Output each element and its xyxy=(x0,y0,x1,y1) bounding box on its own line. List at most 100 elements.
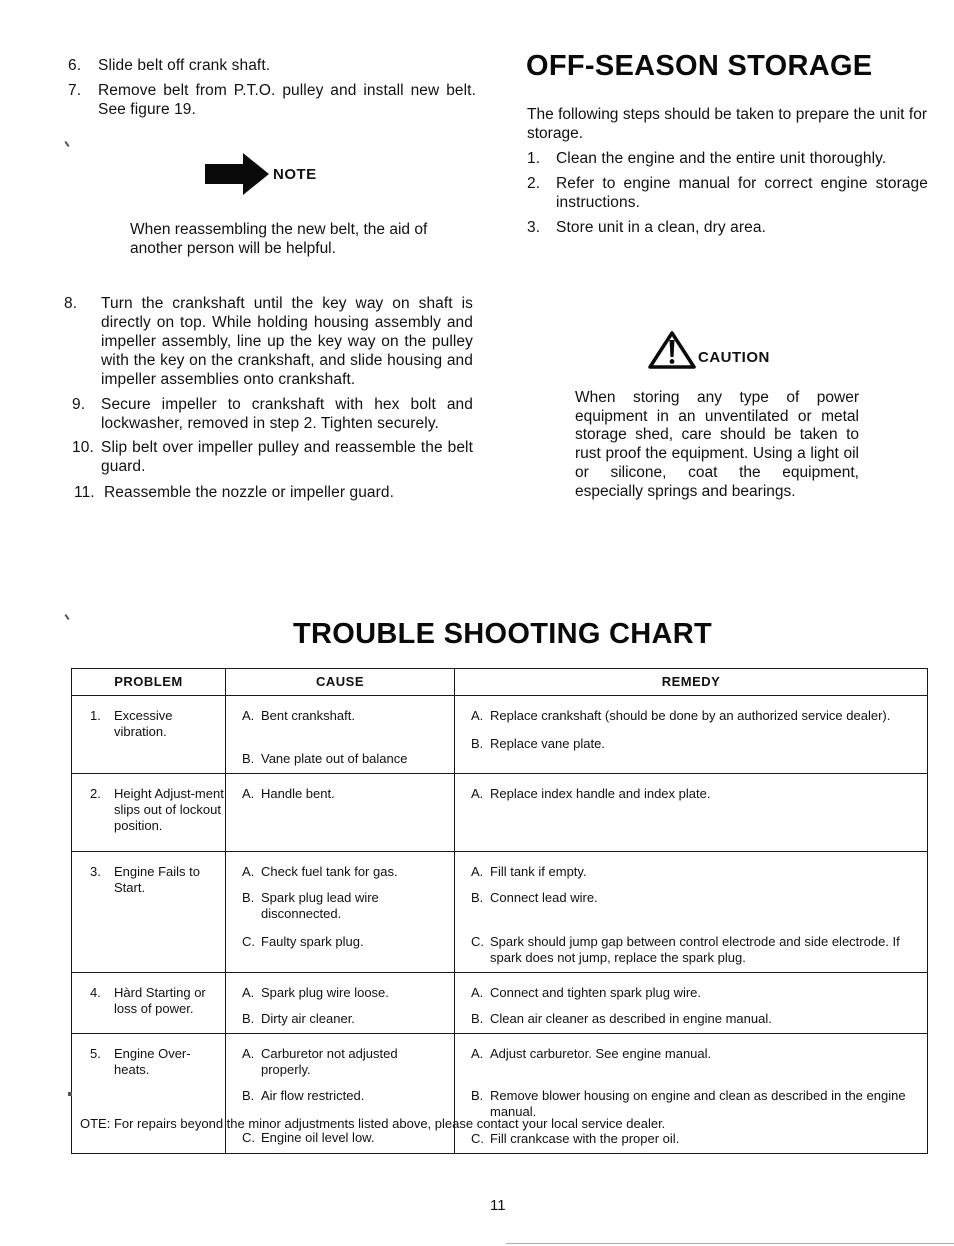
cause-item: A. Check fuel tank for gas. xyxy=(242,864,444,880)
cause-item: A. Bent crankshaft. xyxy=(242,708,444,724)
cause-letter: C. xyxy=(242,1130,255,1145)
cause-text: Dirty air cleaner. xyxy=(261,1011,355,1026)
step-text: Secure impeller to crankshaft with hex b… xyxy=(101,396,473,432)
cause-letter: A. xyxy=(242,985,255,1000)
cause-item: A. Carburetor not adjusted properly. xyxy=(242,1046,444,1078)
cause-text: Vane plate out of balance xyxy=(261,751,408,766)
cause-item: C. Engine oil level low. xyxy=(242,1130,444,1146)
caution-label: CAUTION xyxy=(698,349,770,366)
table-row: 1. Excessive vibration. A. Bent crankshaft.… xyxy=(71,695,928,774)
cause-cell: A. Carburetor not adjusted properly. B. Air… xyxy=(225,1033,455,1154)
step-number: 6. xyxy=(68,57,82,74)
scan-mark xyxy=(64,140,70,148)
remedy-letter: C. xyxy=(471,934,484,949)
problem-text: Excessive vibration. xyxy=(114,708,173,739)
cause-item: A. Spark plug wire loose. xyxy=(242,985,444,1001)
table-row: 5. Engine Over-heats. A. Carburetor not adj… xyxy=(71,1033,928,1154)
problem-cell: 1. Excessive vibration. xyxy=(71,695,226,774)
step-text: Remove belt from P.T.O. pulley and insta… xyxy=(98,82,476,118)
problem: 2. Height Adjust-ment slips out of lockou… xyxy=(72,774,225,844)
problem-number: 5. xyxy=(90,1046,101,1061)
step-text: Store unit in a clean, dry area. xyxy=(556,219,766,236)
step-number: 10. xyxy=(72,439,94,456)
note-text: When reassembling the new belt, the aid … xyxy=(130,221,428,257)
step-text: Reassemble the nozzle or impeller guard. xyxy=(104,484,395,501)
remedy-text: Connect and tighten spark plug wire. xyxy=(490,985,702,1000)
table-row: 4. Hàrd Starting or loss of power. A. Spark… xyxy=(71,972,928,1034)
step-text: Refer to engine manual for correct engin… xyxy=(556,175,928,211)
problem: 1. Excessive vibration. xyxy=(72,696,225,750)
remedy-letter: A. xyxy=(471,708,484,723)
step-number: 9. xyxy=(72,396,86,413)
trouble-shooting-table: PROBLEM CAUSE REMEDY 1. Excessive vibrati… xyxy=(71,668,928,1154)
cause-letter: A. xyxy=(242,864,255,879)
problem-number: 2. xyxy=(90,786,101,801)
problem-cell: 5. Engine Over-heats. xyxy=(71,1033,226,1154)
cause-text: Carburetor not adjusted properly. xyxy=(261,1046,398,1077)
remedy-text: Adjust carburetor. See engine manual. xyxy=(490,1046,712,1061)
step-number: 11. xyxy=(74,484,95,501)
cause-text: Handle bent. xyxy=(261,786,335,801)
remedy-item: A. Connect and tighten spark plug wire. xyxy=(471,985,917,1001)
cause-letter: B. xyxy=(242,890,255,905)
problem: 4. Hàrd Starting or loss of power. xyxy=(72,973,225,1027)
remedy-text: Fill crankcase with the proper oil. xyxy=(490,1131,680,1146)
problem-text: Hàrd Starting or loss of power. xyxy=(114,985,206,1016)
cause-text: Bent crankshaft. xyxy=(261,708,355,723)
scan-mark xyxy=(64,613,70,621)
step-text: Slide belt off crank shaft. xyxy=(98,57,271,74)
cause-cell: A. Bent crankshaft. B. Vane plate out of ba… xyxy=(225,695,455,774)
remedy-item: C. Spark should jump gap between control … xyxy=(471,934,917,966)
cause-letter: A. xyxy=(242,1046,255,1061)
cause-letter: B. xyxy=(242,1088,255,1103)
remedy-cell: A. Adjust carburetor. See engine manual. B… xyxy=(454,1033,928,1154)
remedy-letter: C. xyxy=(471,1131,484,1146)
cause-letter: A. xyxy=(242,708,255,723)
problem: 5. Engine Over-heats. xyxy=(72,1034,225,1088)
remedy-letter: A. xyxy=(471,985,484,1000)
step-number: 3. xyxy=(527,219,541,236)
problem-text: Height Adjust-ment slips out of lockout … xyxy=(114,786,224,833)
cause-cell: A. Spark plug wire loose. B. Dirty air clea… xyxy=(225,972,455,1034)
column-header-cause: CAUSE xyxy=(225,668,455,696)
remedy-letter: A. xyxy=(471,786,484,801)
problem-text: Engine Fails to Start. xyxy=(114,864,200,895)
cause-item: B. Vane plate out of balance xyxy=(242,751,444,767)
remedy-letter: B. xyxy=(471,736,484,751)
cause-text: Faulty spark plug. xyxy=(261,934,364,949)
remedy-letter: A. xyxy=(471,1046,484,1061)
remedy-item: A. Adjust carburetor. See engine manual. xyxy=(471,1046,917,1062)
cause-text: Spark plug wire loose. xyxy=(261,985,389,1000)
remedy-text: Replace vane plate. xyxy=(490,736,605,751)
cause-text: Check fuel tank for gas. xyxy=(261,864,398,879)
cause-item: B. Air flow restricted. xyxy=(242,1088,444,1104)
remedy-item: B. Connect lead wire. xyxy=(471,890,917,906)
cause-letter: C. xyxy=(242,934,255,949)
problem-number: 4. xyxy=(90,985,101,1000)
table-row: 2. Height Adjust-ment slips out of lockou… xyxy=(71,773,928,852)
off-season-heading: OFF-SEASON STORAGE xyxy=(526,50,873,82)
remedy-cell: A. Replace crankshaft (should be done by … xyxy=(454,695,928,774)
table-header-row: PROBLEM CAUSE REMEDY xyxy=(71,668,928,696)
remedy-text: Clean air cleaner as described in engine… xyxy=(490,1011,772,1026)
remedy-item: A. Replace crankshaft (should be done by … xyxy=(471,708,917,724)
problem: 3. Engine Fails to Start. xyxy=(72,852,225,906)
remedy-cell: A. Fill tank if empty. B. Connect lead wire… xyxy=(454,851,928,973)
caution-text: When storing any type of power equipment… xyxy=(575,389,859,500)
remedy-letter: B. xyxy=(471,1011,484,1026)
warning-triangle-icon xyxy=(648,331,696,369)
problem-number: 1. xyxy=(90,708,101,723)
problem-cell: 3. Engine Fails to Start. xyxy=(71,851,226,973)
step-text: Slip belt over impeller pulley and reass… xyxy=(101,439,473,475)
problem-cell: 2. Height Adjust-ment slips out of lockou… xyxy=(71,773,226,852)
remedy-letter: A. xyxy=(471,864,484,879)
table-footnote: OTE: For repairs beyond the minor adjust… xyxy=(80,1116,666,1131)
cause-text: Engine oil level low. xyxy=(261,1130,375,1145)
remedy-text: Spark should jump gap between control el… xyxy=(490,934,900,965)
remedy-item: A. Replace index handle and index plate. xyxy=(471,786,917,802)
step-number: 7. xyxy=(68,82,82,99)
step-text: Turn the crankshaft until the key way on… xyxy=(101,295,473,388)
column-header-remedy: REMEDY xyxy=(454,668,928,696)
cause-letter: B. xyxy=(242,751,255,766)
table-body: 1. Excessive vibration. A. Bent crankshaft.… xyxy=(71,695,928,1154)
